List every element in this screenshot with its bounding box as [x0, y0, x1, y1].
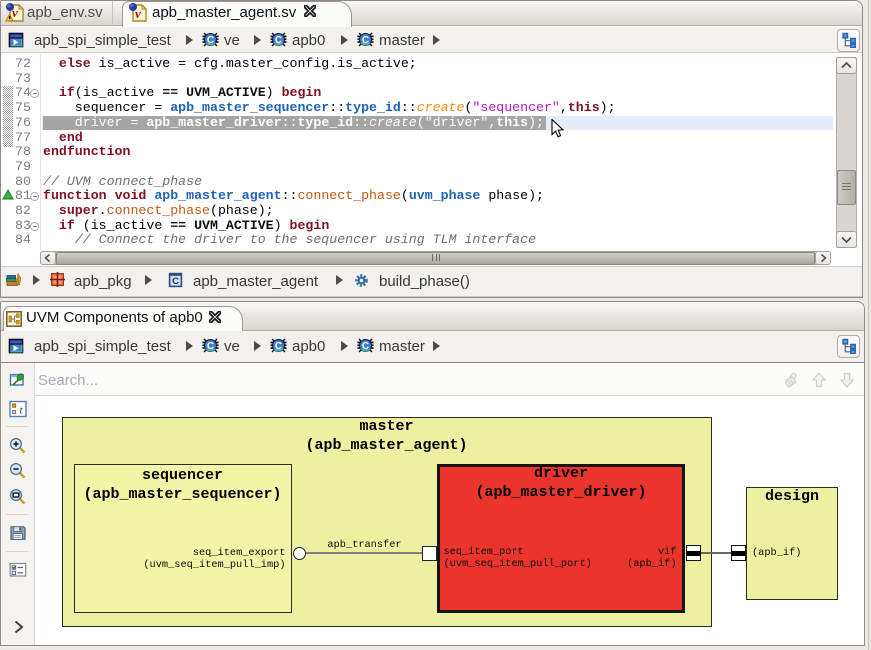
svg-text:C: C	[362, 341, 369, 352]
svg-text:C: C	[207, 341, 214, 352]
svg-text:C: C	[172, 276, 179, 287]
svg-text:C: C	[275, 341, 282, 352]
svg-text:C: C	[275, 35, 282, 46]
svg-text:C: C	[362, 35, 369, 46]
svg-text:C: C	[207, 35, 214, 46]
